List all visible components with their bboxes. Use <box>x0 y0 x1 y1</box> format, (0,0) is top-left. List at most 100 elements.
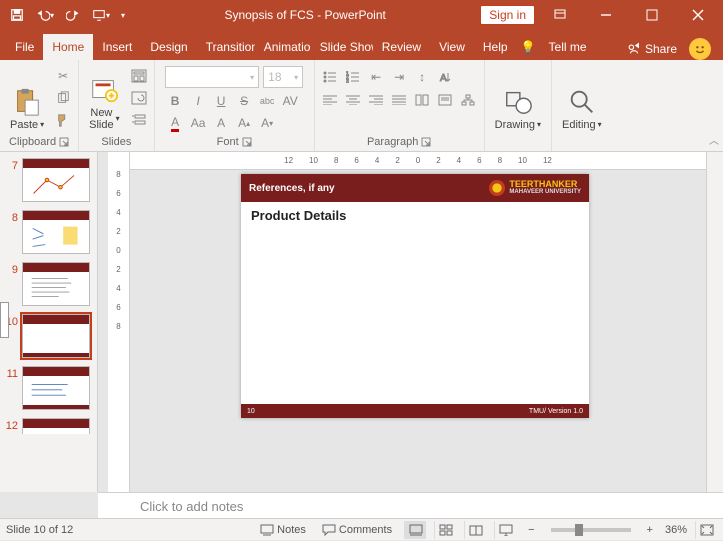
paragraph-dialog-launcher-icon[interactable] <box>421 137 431 147</box>
statusbar: Slide 10 of 12 Notes Comments − + 36% <box>0 518 723 540</box>
font-dialog-launcher-icon[interactable] <box>242 137 252 147</box>
drawing-button[interactable]: Drawing ▾ <box>489 63 547 133</box>
tab-home[interactable]: Home <box>43 34 93 60</box>
thumbnail-9[interactable]: 9 <box>0 260 97 312</box>
comments-button[interactable]: Comments <box>318 519 396 541</box>
thumbnail-10[interactable]: 10 <box>0 312 97 364</box>
save-icon[interactable] <box>4 3 30 27</box>
strikethrough-icon[interactable]: S <box>234 92 254 110</box>
editing-button[interactable]: Editing ▾ <box>556 63 608 133</box>
new-slide-button[interactable]: New Slide ▾ <box>83 63 125 133</box>
zoom-out-button[interactable]: − <box>524 519 538 541</box>
copy-icon[interactable] <box>52 88 74 108</box>
bullets-icon[interactable] <box>320 68 340 86</box>
edit-area: 12108642024681012 References, if any TEE… <box>130 152 706 492</box>
thumbnail-7[interactable]: 7 <box>0 156 97 208</box>
spacing-icon[interactable]: AV <box>280 92 300 110</box>
customize-qat-icon[interactable]: ▾ <box>116 3 130 27</box>
undo-icon[interactable]: ▾ <box>32 3 58 27</box>
clear-formatting-icon[interactable]: A <box>211 114 231 132</box>
align-text-icon[interactable] <box>435 91 455 109</box>
align-left-icon[interactable] <box>320 91 340 109</box>
tellme-lightbulb-icon[interactable]: 💡 <box>517 34 540 60</box>
align-center-icon[interactable] <box>343 91 363 109</box>
notes-button[interactable]: Notes <box>256 519 310 541</box>
decrease-indent-icon[interactable]: ⇤ <box>366 68 386 86</box>
thumbnail-12[interactable]: 12 <box>0 416 97 434</box>
cut-icon[interactable]: ✂ <box>52 66 74 86</box>
thumbnail-11[interactable]: 11 <box>0 364 97 416</box>
increase-indent-icon[interactable]: ⇥ <box>389 68 409 86</box>
smartart-icon[interactable] <box>458 91 478 109</box>
share-button[interactable]: Share <box>621 38 683 60</box>
thumb-anchor <box>0 302 9 338</box>
ribbon-display-options-icon[interactable] <box>539 0 581 30</box>
tab-slideshow[interactable]: Slide Show <box>311 34 373 60</box>
tab-transitions[interactable]: Transitions <box>197 34 255 60</box>
tab-help[interactable]: Help <box>474 34 517 60</box>
grow-font-icon[interactable]: A▴ <box>234 114 254 132</box>
slide-canvas[interactable]: References, if any TEERTHANKERMAHAVEER U… <box>241 174 589 418</box>
clipboard-dialog-launcher-icon[interactable] <box>59 137 69 147</box>
slide-header: References, if any <box>249 183 335 194</box>
shadow-icon[interactable]: abc <box>257 92 277 110</box>
zoom-percent[interactable]: 36% <box>665 524 687 536</box>
tab-insert[interactable]: Insert <box>93 34 141 60</box>
reset-icon[interactable] <box>128 88 150 108</box>
feedback-smiley-icon[interactable] <box>689 38 711 60</box>
slide-title[interactable]: Product Details <box>241 202 589 229</box>
align-right-icon[interactable] <box>366 91 386 109</box>
svg-text:A: A <box>440 73 447 83</box>
thumbnail-8[interactable]: 8 <box>0 208 97 260</box>
slidesorter-view-icon[interactable] <box>434 521 456 539</box>
tab-design[interactable]: Design <box>141 34 196 60</box>
document-title: Synopsis of FCS - PowerPoint <box>130 8 480 22</box>
italic-icon[interactable]: I <box>188 92 208 110</box>
slide-thumbnails[interactable]: 7 8 9 10 11 <box>0 152 98 492</box>
shrink-font-icon[interactable]: A▾ <box>257 114 277 132</box>
tab-animations[interactable]: Animations <box>255 34 311 60</box>
minimize-button[interactable] <box>585 0 627 30</box>
horizontal-ruler: 12108642024681012 <box>130 152 706 170</box>
tellme[interactable]: Tell me <box>540 34 596 60</box>
reading-view-icon[interactable] <box>464 521 486 539</box>
font-name-combo[interactable]: ▾ <box>165 66 259 88</box>
bold-icon[interactable]: B <box>165 92 185 110</box>
vertical-ruler: 864202468 <box>108 152 130 492</box>
maximize-button[interactable] <box>631 0 673 30</box>
slide-indicator[interactable]: Slide 10 of 12 <box>6 524 73 536</box>
numbering-icon[interactable]: 123 <box>343 68 363 86</box>
columns-icon[interactable] <box>412 91 432 109</box>
notes-placeholder: Click to add notes <box>140 499 243 514</box>
start-from-beginning-icon[interactable]: ▾ <box>88 3 114 27</box>
slide-page-number: 10 <box>247 408 255 415</box>
line-spacing-icon[interactable]: ↕ <box>412 68 432 86</box>
fit-to-window-icon[interactable] <box>695 521 717 539</box>
normal-view-icon[interactable] <box>404 521 426 539</box>
font-size-combo[interactable]: 18▾ <box>263 66 303 88</box>
zoom-slider[interactable] <box>551 528 631 532</box>
section-icon[interactable] <box>128 110 150 130</box>
change-case-icon[interactable]: Aa <box>188 114 208 132</box>
svg-text:3: 3 <box>346 79 349 83</box>
collapse-ribbon-icon[interactable]: ︿ <box>709 132 719 147</box>
tab-review[interactable]: Review <box>373 34 430 60</box>
zoom-in-button[interactable]: + <box>643 519 657 541</box>
tab-file[interactable]: File <box>6 34 43 60</box>
slideshow-view-icon[interactable] <box>494 521 516 539</box>
tab-view[interactable]: View <box>430 34 474 60</box>
signin-button[interactable]: Sign in <box>480 5 535 25</box>
underline-icon[interactable]: U <box>211 92 231 110</box>
vertical-scrollbar[interactable] <box>706 152 723 492</box>
group-slides: New Slide ▾ Slides <box>79 60 154 151</box>
notes-pane[interactable]: Click to add notes <box>98 492 723 518</box>
format-painter-icon[interactable] <box>52 110 74 130</box>
close-button[interactable] <box>677 0 719 30</box>
justify-icon[interactable] <box>389 91 409 109</box>
font-color-icon[interactable]: A <box>165 114 185 132</box>
paste-button[interactable]: Paste ▾ <box>4 63 50 133</box>
text-direction-icon[interactable]: A <box>435 68 455 86</box>
layout-icon[interactable] <box>128 66 150 86</box>
brand-logo: TEERTHANKERMAHAVEER UNIVERSITY <box>489 180 581 196</box>
redo-icon[interactable] <box>60 3 86 27</box>
